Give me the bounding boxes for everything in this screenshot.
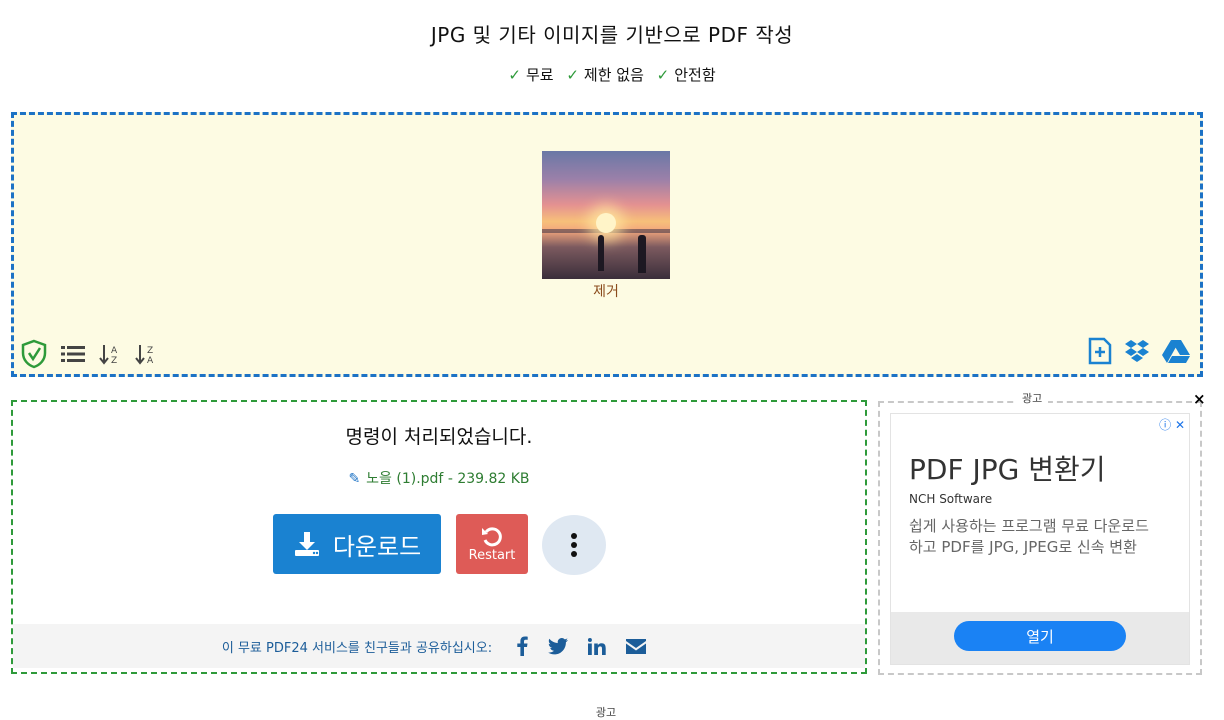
google-drive-icon[interactable] xyxy=(1162,339,1190,363)
side-ad: ⓘ ✕ PDF JPG 변환기 NCH Software 쉽게 사용하는 프로그… xyxy=(878,401,1202,675)
ad-footer: 열기 xyxy=(891,612,1189,664)
svg-text:Z: Z xyxy=(147,346,153,356)
svg-text:A: A xyxy=(111,346,118,356)
image-thumbnail[interactable] xyxy=(542,151,670,279)
sort-az-icon[interactable]: AZ xyxy=(99,343,121,365)
share-text: 이 무료 PDF24 서비스를 친구들과 공유하십시오: xyxy=(221,640,493,656)
file-info[interactable]: ✎ 노을 (1).pdf - 239.82 KB xyxy=(13,468,865,488)
page-subtitle: JPG 및 기타 이미지를 기반으로 PDF 작성 xyxy=(430,23,794,47)
result-panel: 명령이 처리되었습니다. ✎ 노을 (1).pdf - 239.82 KB 다운로… xyxy=(11,400,867,674)
sort-za-icon[interactable]: ZA xyxy=(135,343,157,365)
twitter-icon[interactable] xyxy=(548,637,569,655)
ad-open-button[interactable]: 열기 xyxy=(954,621,1126,651)
thumb-figure xyxy=(598,235,604,271)
bottom-ad-label: 광고 xyxy=(595,706,617,719)
dropzone-tools-left: AZ ZA xyxy=(21,339,157,369)
feature-list: ✓ 무료 ✓ 제한 없음 ✓ 안전함 xyxy=(0,64,1224,85)
dropbox-icon[interactable] xyxy=(1124,339,1150,363)
thumb-sun xyxy=(596,213,616,233)
dropzone-tools-right xyxy=(1088,337,1190,365)
restart-label: Restart xyxy=(468,547,516,563)
result-message: 명령이 처리되었습니다. xyxy=(345,426,533,448)
ad-description: 쉽게 사용하는 프로그램 무료 다운로드하고 PDF를 JPG, JPEG로 신… xyxy=(909,517,1149,556)
pencil-icon[interactable]: ✎ xyxy=(348,471,360,487)
remove-file-link[interactable]: 제거 xyxy=(542,281,670,301)
file-name-size: 노을 (1).pdf - 239.82 KB xyxy=(366,471,530,487)
restart-icon xyxy=(482,526,502,546)
download-icon xyxy=(294,532,319,556)
more-options-button[interactable] xyxy=(542,515,606,575)
check-icon: ✓ xyxy=(508,66,521,84)
feature-unlimited: ✓ 제한 없음 xyxy=(566,66,644,84)
share-bar: 이 무료 PDF24 서비스를 친구들과 공유하십시오: xyxy=(13,624,865,668)
ad-brand: NCH Software xyxy=(909,492,993,506)
linkedin-icon[interactable] xyxy=(588,637,606,655)
download-label: 다운로드 xyxy=(332,532,422,561)
file-dropzone[interactable]: 제거 AZ ZA xyxy=(11,112,1203,377)
svg-text:Z: Z xyxy=(111,356,117,365)
ad-choices-icon[interactable]: ⓘ ✕ xyxy=(1159,416,1185,433)
email-icon[interactable] xyxy=(626,638,647,654)
side-ad-label: 광고 xyxy=(1016,390,1049,406)
more-vertical-icon xyxy=(571,533,577,557)
download-button[interactable]: 다운로드 xyxy=(273,514,441,574)
restart-button[interactable]: Restart xyxy=(456,514,528,574)
ad-close-button[interactable]: × xyxy=(1193,390,1206,408)
shield-check-icon[interactable] xyxy=(21,339,47,369)
ad-title[interactable]: PDF JPG 변환기 xyxy=(909,448,1105,488)
facebook-icon[interactable] xyxy=(516,636,528,656)
thumb-figure xyxy=(638,235,646,273)
svg-text:A: A xyxy=(147,356,154,365)
feature-secure: ✓ 안전함 xyxy=(656,66,716,84)
list-icon[interactable] xyxy=(61,345,85,363)
ad-card[interactable]: ⓘ ✕ PDF JPG 변환기 NCH Software 쉽게 사용하는 프로그… xyxy=(890,413,1190,665)
add-file-icon[interactable] xyxy=(1088,337,1112,365)
check-icon: ✓ xyxy=(656,66,670,84)
check-icon: ✓ xyxy=(566,66,579,84)
feature-free: ✓ 무료 xyxy=(508,66,554,84)
